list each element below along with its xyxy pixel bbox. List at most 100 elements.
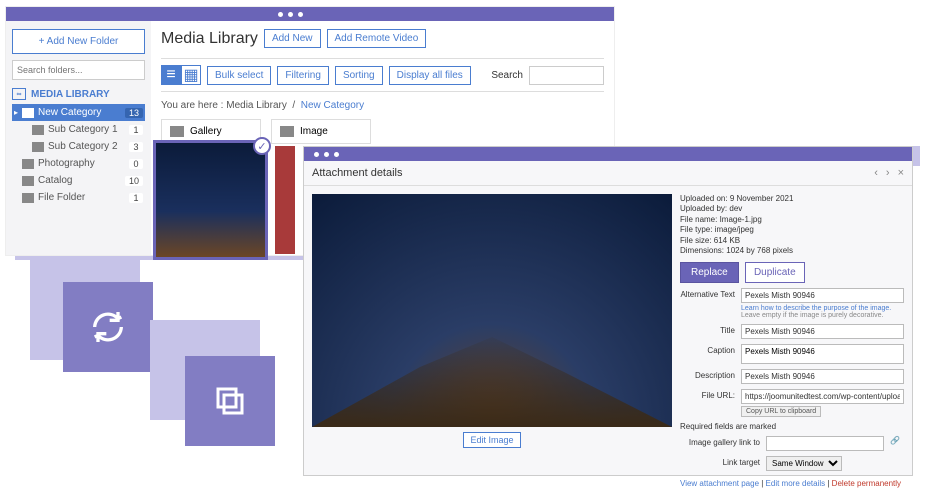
- tree-label: Catalog: [38, 175, 72, 186]
- count-badge: 1: [129, 193, 143, 203]
- thumbnail-selected[interactable]: ✓: [153, 140, 268, 260]
- fileurl-label: File URL:: [680, 389, 735, 400]
- search-folders-input[interactable]: [12, 60, 145, 80]
- replace-button[interactable]: Replace: [680, 262, 739, 283]
- tree-label: Photography: [38, 158, 95, 169]
- window-dot-icon: [314, 152, 319, 157]
- mountain-shape: [312, 327, 672, 427]
- meta-column: Uploaded on: 9 November 2021 Uploaded by…: [680, 194, 904, 448]
- breadcrumb: You are here : Media Library / New Categ…: [161, 100, 604, 111]
- count-badge: 0: [129, 159, 143, 169]
- tree-item-photography[interactable]: Photography 0: [12, 155, 145, 172]
- meta-filename: File name: Image-1.jpg: [680, 215, 904, 225]
- library-icon: ∞: [12, 88, 26, 100]
- display-all-button[interactable]: Display all files: [389, 66, 471, 85]
- sidebar: + Add New Folder ∞ MEDIA LIBRARY New Cat…: [6, 21, 151, 255]
- breadcrumb-prefix: You are here :: [161, 100, 223, 111]
- edit-more-link[interactable]: Edit more details: [766, 479, 826, 488]
- description-label: Description: [680, 369, 735, 380]
- count-badge: 1: [129, 125, 143, 135]
- tree-label: Sub Category 2: [48, 141, 118, 152]
- required-note: Required fields are marked: [680, 422, 904, 431]
- meta-uploaded-by: Uploaded by: dev: [680, 204, 904, 214]
- duplicate-button[interactable]: Duplicate: [745, 262, 805, 283]
- library-label: MEDIA LIBRARY: [31, 89, 110, 100]
- breadcrumb-sep: /: [292, 100, 295, 111]
- meta-dimensions: Dimensions: 1024 by 768 pixels: [680, 246, 904, 256]
- bulk-select-button[interactable]: Bulk select: [207, 66, 271, 85]
- list-view-button[interactable]: ≡: [161, 65, 181, 85]
- breadcrumb-current[interactable]: New Category: [301, 100, 364, 111]
- selected-check-icon: ✓: [253, 137, 271, 155]
- window-dot-icon: [298, 12, 303, 17]
- search-input[interactable]: [529, 66, 604, 85]
- toolbar: ≡ ▦ Bulk select Filtering Sorting Displa…: [161, 58, 604, 92]
- alt-hint-rest: Leave empty if the image is purely decor…: [741, 312, 883, 319]
- folder-card-label: Gallery: [190, 126, 222, 137]
- close-button[interactable]: ×: [898, 167, 904, 179]
- caption-input[interactable]: Pexels Misth 90946: [741, 344, 904, 364]
- thumbnail-2[interactable]: [275, 146, 295, 254]
- modal-titlebar: [304, 147, 912, 161]
- filtering-button[interactable]: Filtering: [277, 66, 329, 85]
- folder-tree: New Category 13 Sub Category 1 1 Sub Cat…: [12, 104, 145, 206]
- add-new-button[interactable]: Add New: [264, 29, 321, 48]
- count-badge: 10: [125, 176, 143, 186]
- link-icon[interactable]: 🔗: [890, 436, 900, 445]
- title-input[interactable]: [741, 324, 904, 339]
- count-badge: 3: [129, 142, 143, 152]
- tree-label: File Folder: [38, 192, 85, 203]
- copy-icon-card: [185, 356, 275, 446]
- meta-uploaded-on: Uploaded on: 9 November 2021: [680, 194, 904, 204]
- sync-icon-card: [63, 282, 153, 372]
- tree-item-catalog[interactable]: Catalog 10: [12, 172, 145, 189]
- link-target-select[interactable]: Same Window: [766, 456, 842, 471]
- title-label: Title: [680, 324, 735, 335]
- folder-card-image[interactable]: Image: [271, 119, 371, 144]
- alt-text-input[interactable]: [741, 288, 904, 303]
- image-preview: [312, 194, 672, 427]
- meta-filetype: File type: image/jpeg: [680, 225, 904, 235]
- alt-hint-link[interactable]: Learn how to describe the purpose of the…: [741, 305, 891, 312]
- tree-item-sub1[interactable]: Sub Category 1 1: [22, 121, 145, 138]
- add-new-folder-button[interactable]: + Add New Folder: [12, 29, 145, 54]
- window-dot-icon: [334, 152, 339, 157]
- tree-item-new-category[interactable]: New Category 13: [12, 104, 145, 121]
- modal-title: Attachment details: [312, 167, 403, 179]
- sorting-button[interactable]: Sorting: [335, 66, 383, 85]
- view-attachment-link[interactable]: View attachment page: [680, 479, 759, 488]
- tree-item-sub2[interactable]: Sub Category 2 3: [22, 138, 145, 155]
- folder-card-label: Image: [300, 126, 328, 137]
- window-dot-icon: [278, 12, 283, 17]
- search-label: Search: [491, 70, 523, 81]
- folder-icon: [170, 126, 184, 137]
- library-root[interactable]: ∞ MEDIA LIBRARY: [12, 88, 145, 100]
- gallery-link-label: Image gallery link to: [680, 436, 760, 447]
- titlebar: [6, 7, 614, 21]
- meta-filesize: File size: 614 KB: [680, 236, 904, 246]
- edit-image-button[interactable]: Edit Image: [463, 432, 520, 448]
- next-button[interactable]: ›: [886, 167, 890, 179]
- link-target-label: Link target: [680, 456, 760, 467]
- breadcrumb-root[interactable]: Media Library: [226, 100, 287, 111]
- add-remote-video-button[interactable]: Add Remote Video: [327, 29, 427, 48]
- fileurl-input[interactable]: [741, 389, 904, 404]
- attachment-details-modal: Attachment details ‹ › × Edit Image Uplo…: [303, 146, 913, 476]
- gallery-link-input[interactable]: [766, 436, 884, 451]
- tree-label: New Category: [38, 107, 101, 118]
- folder-icon: [32, 142, 44, 152]
- description-input[interactable]: [741, 369, 904, 384]
- copy-url-button[interactable]: Copy URL to clipboard: [741, 406, 821, 417]
- window-dot-icon: [288, 12, 293, 17]
- folder-icon: [22, 159, 34, 169]
- delete-permanently-link[interactable]: Delete permanently: [832, 479, 901, 488]
- tree-item-filefolder[interactable]: File Folder 1: [12, 189, 145, 206]
- folder-icon: [280, 126, 294, 137]
- folder-icon: [22, 108, 34, 118]
- grid-view-button[interactable]: ▦: [181, 65, 201, 85]
- copy-icon: [212, 383, 248, 419]
- folder-icon: [22, 176, 34, 186]
- sync-icon: [88, 307, 128, 347]
- folder-icon: [32, 125, 44, 135]
- prev-button[interactable]: ‹: [874, 167, 878, 179]
